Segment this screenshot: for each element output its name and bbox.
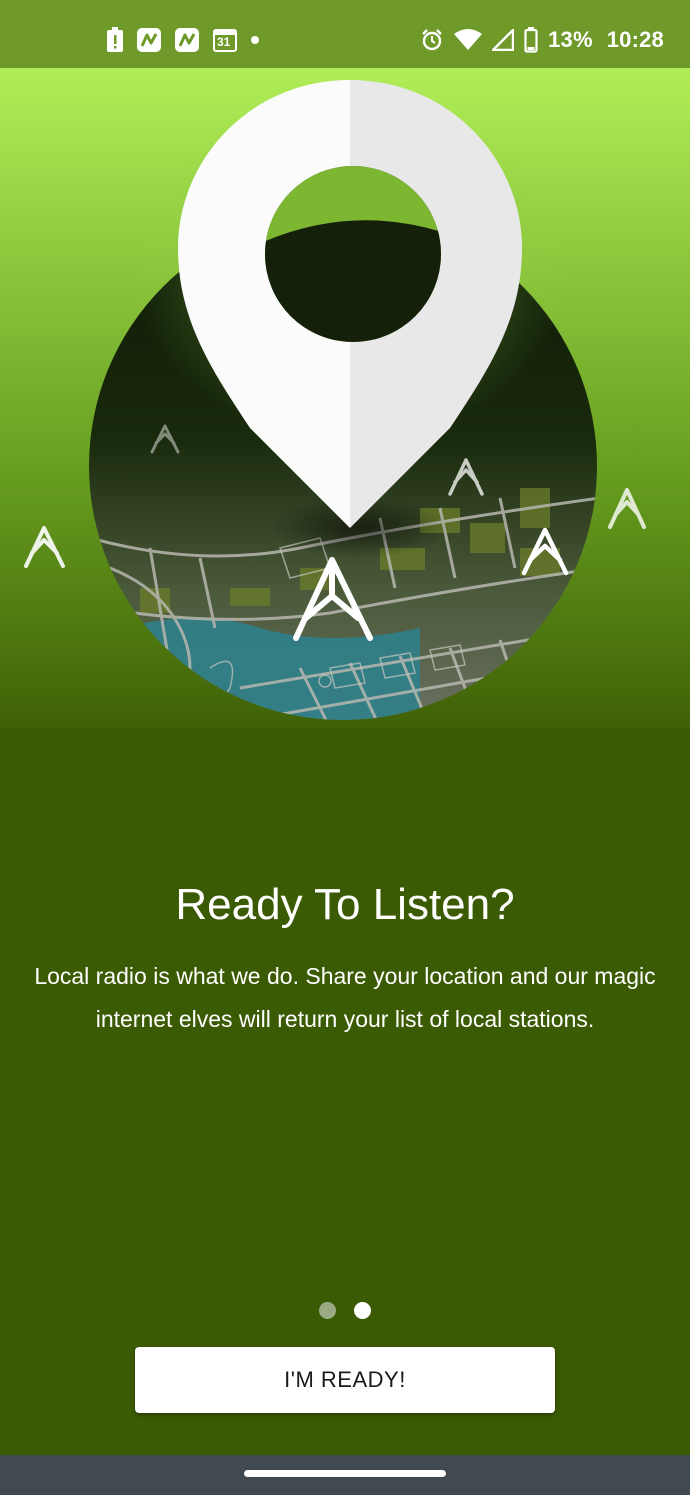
battery-percent: 13% [548, 27, 593, 52]
location-map-illustration [24, 80, 646, 720]
hero-illustration [0, 68, 690, 728]
page-indicator [0, 1302, 690, 1319]
onboarding-title: Ready To Listen? [175, 880, 515, 929]
onboarding-description: Local radio is what we do. Share your lo… [34, 963, 656, 1032]
clock-time: 10:28 [606, 27, 664, 52]
radio-tower-icon [24, 526, 65, 568]
home-gesture-handle[interactable] [244, 1470, 446, 1477]
calendar-day-text: 31 [217, 35, 231, 49]
alert-icon [106, 27, 124, 53]
battery-icon [524, 27, 538, 53]
wifi-icon [454, 29, 483, 51]
app-notification-icon [174, 27, 200, 53]
cell-signal-icon [492, 29, 515, 51]
system-icons: 13% 10:28 [420, 24, 664, 56]
page-dot-1[interactable] [319, 1302, 336, 1319]
notification-icons: 31 [106, 26, 260, 54]
alarm-icon [420, 28, 444, 52]
app-notification-icon [136, 27, 162, 53]
page-dot-2[interactable] [354, 1302, 371, 1319]
calendar-icon: 31 [212, 27, 238, 53]
im-ready-button[interactable]: I'M READY! [135, 1347, 555, 1413]
navigation-bar [0, 1455, 690, 1495]
radio-tower-icon [608, 488, 646, 529]
dot-icon [250, 35, 260, 45]
status-bar: 31 13% 10:28 [0, 0, 690, 68]
